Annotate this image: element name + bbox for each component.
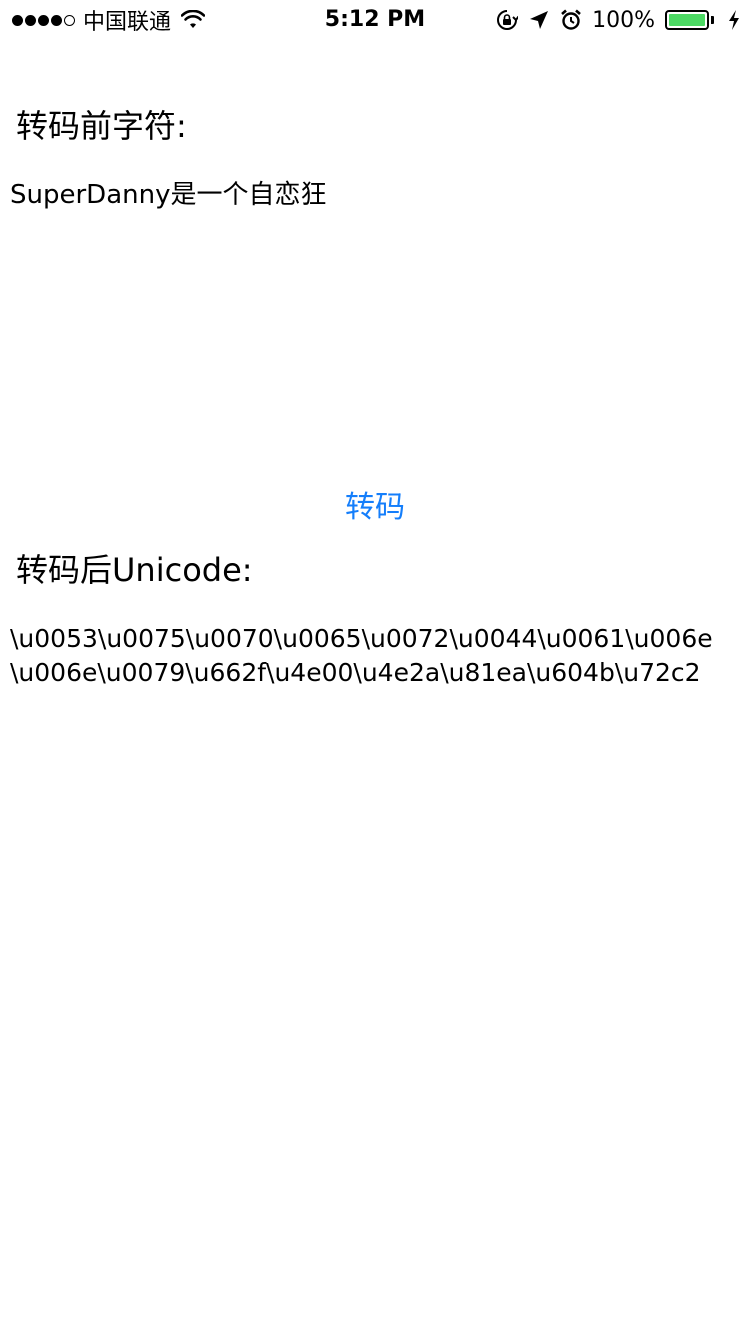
after-label: 转码后Unicode: (16, 551, 253, 589)
convert-button[interactable]: 转码 (0, 488, 750, 528)
alarm-clock-icon (560, 9, 582, 31)
charging-bolt-icon (728, 10, 740, 30)
battery-fill (669, 14, 705, 26)
result-line-2: \u006e\u0079\u662f\u4e00\u4e2a\u81ea\u60… (10, 658, 701, 687)
before-label: 转码前字符: (16, 107, 187, 145)
location-arrow-icon (528, 9, 550, 31)
battery-tip (711, 16, 714, 24)
battery-icon (665, 10, 714, 30)
unicode-result: \u0053\u0075\u0070\u0065\u0072\u0044\u00… (10, 622, 745, 690)
status-bar: 中国联通 5:12 PM 100% (0, 0, 750, 40)
source-text: SuperDanny是一个自恋狂 (10, 180, 327, 210)
result-line-1: \u0053\u0075\u0070\u0065\u0072\u0044\u00… (10, 624, 713, 653)
rotation-lock-icon (496, 9, 520, 31)
status-right: 100% (496, 6, 740, 34)
battery-percent: 100% (592, 7, 655, 33)
